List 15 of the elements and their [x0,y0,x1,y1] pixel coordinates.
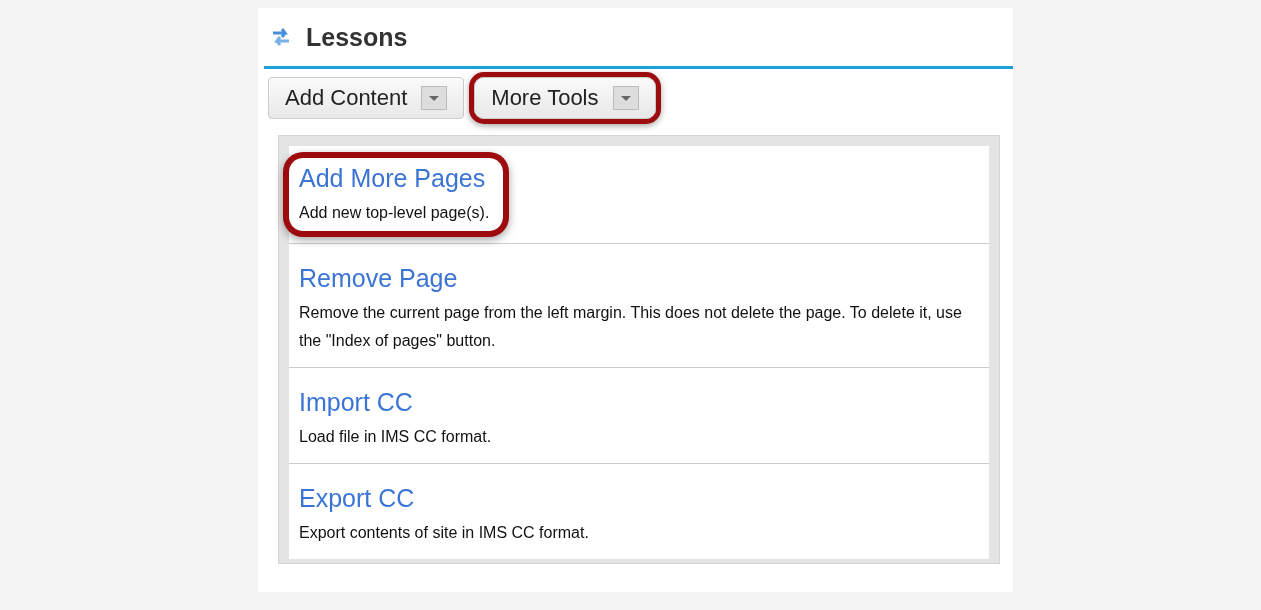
page-title: Lessons [306,22,408,52]
caret-icon [612,86,639,110]
menu-description: Export contents of site in IMS CC format. [299,523,590,543]
menu-item[interactable]: Remove Page Remove the current page from the left margin. This does not delete the page. To delete it, use the "Index of pages" button. [289,244,989,368]
menu-description: Load file in IMS CC format. [299,427,493,447]
dropdown-button[interactable]: Add Content [268,77,465,119]
menu-item[interactable]: Import CC Load file in IMS CC format. [289,368,989,464]
caret-icon [421,86,448,110]
menu-link[interactable]: Import CC [299,388,413,417]
menu-description: Remove the current page from the left margin. This does not delete the page. To delete it, use the "Index of pages" button. [299,303,963,351]
menu-item[interactable]: Export CC Export contents of site in IMS CC format. [289,464,989,559]
menu-link[interactable]: Export CC [299,484,415,513]
menu-link[interactable]: Add More Pages [299,164,486,193]
menu-link[interactable]: Remove Page [299,264,458,293]
menu-description: Add new top-level page(s). [299,203,490,223]
